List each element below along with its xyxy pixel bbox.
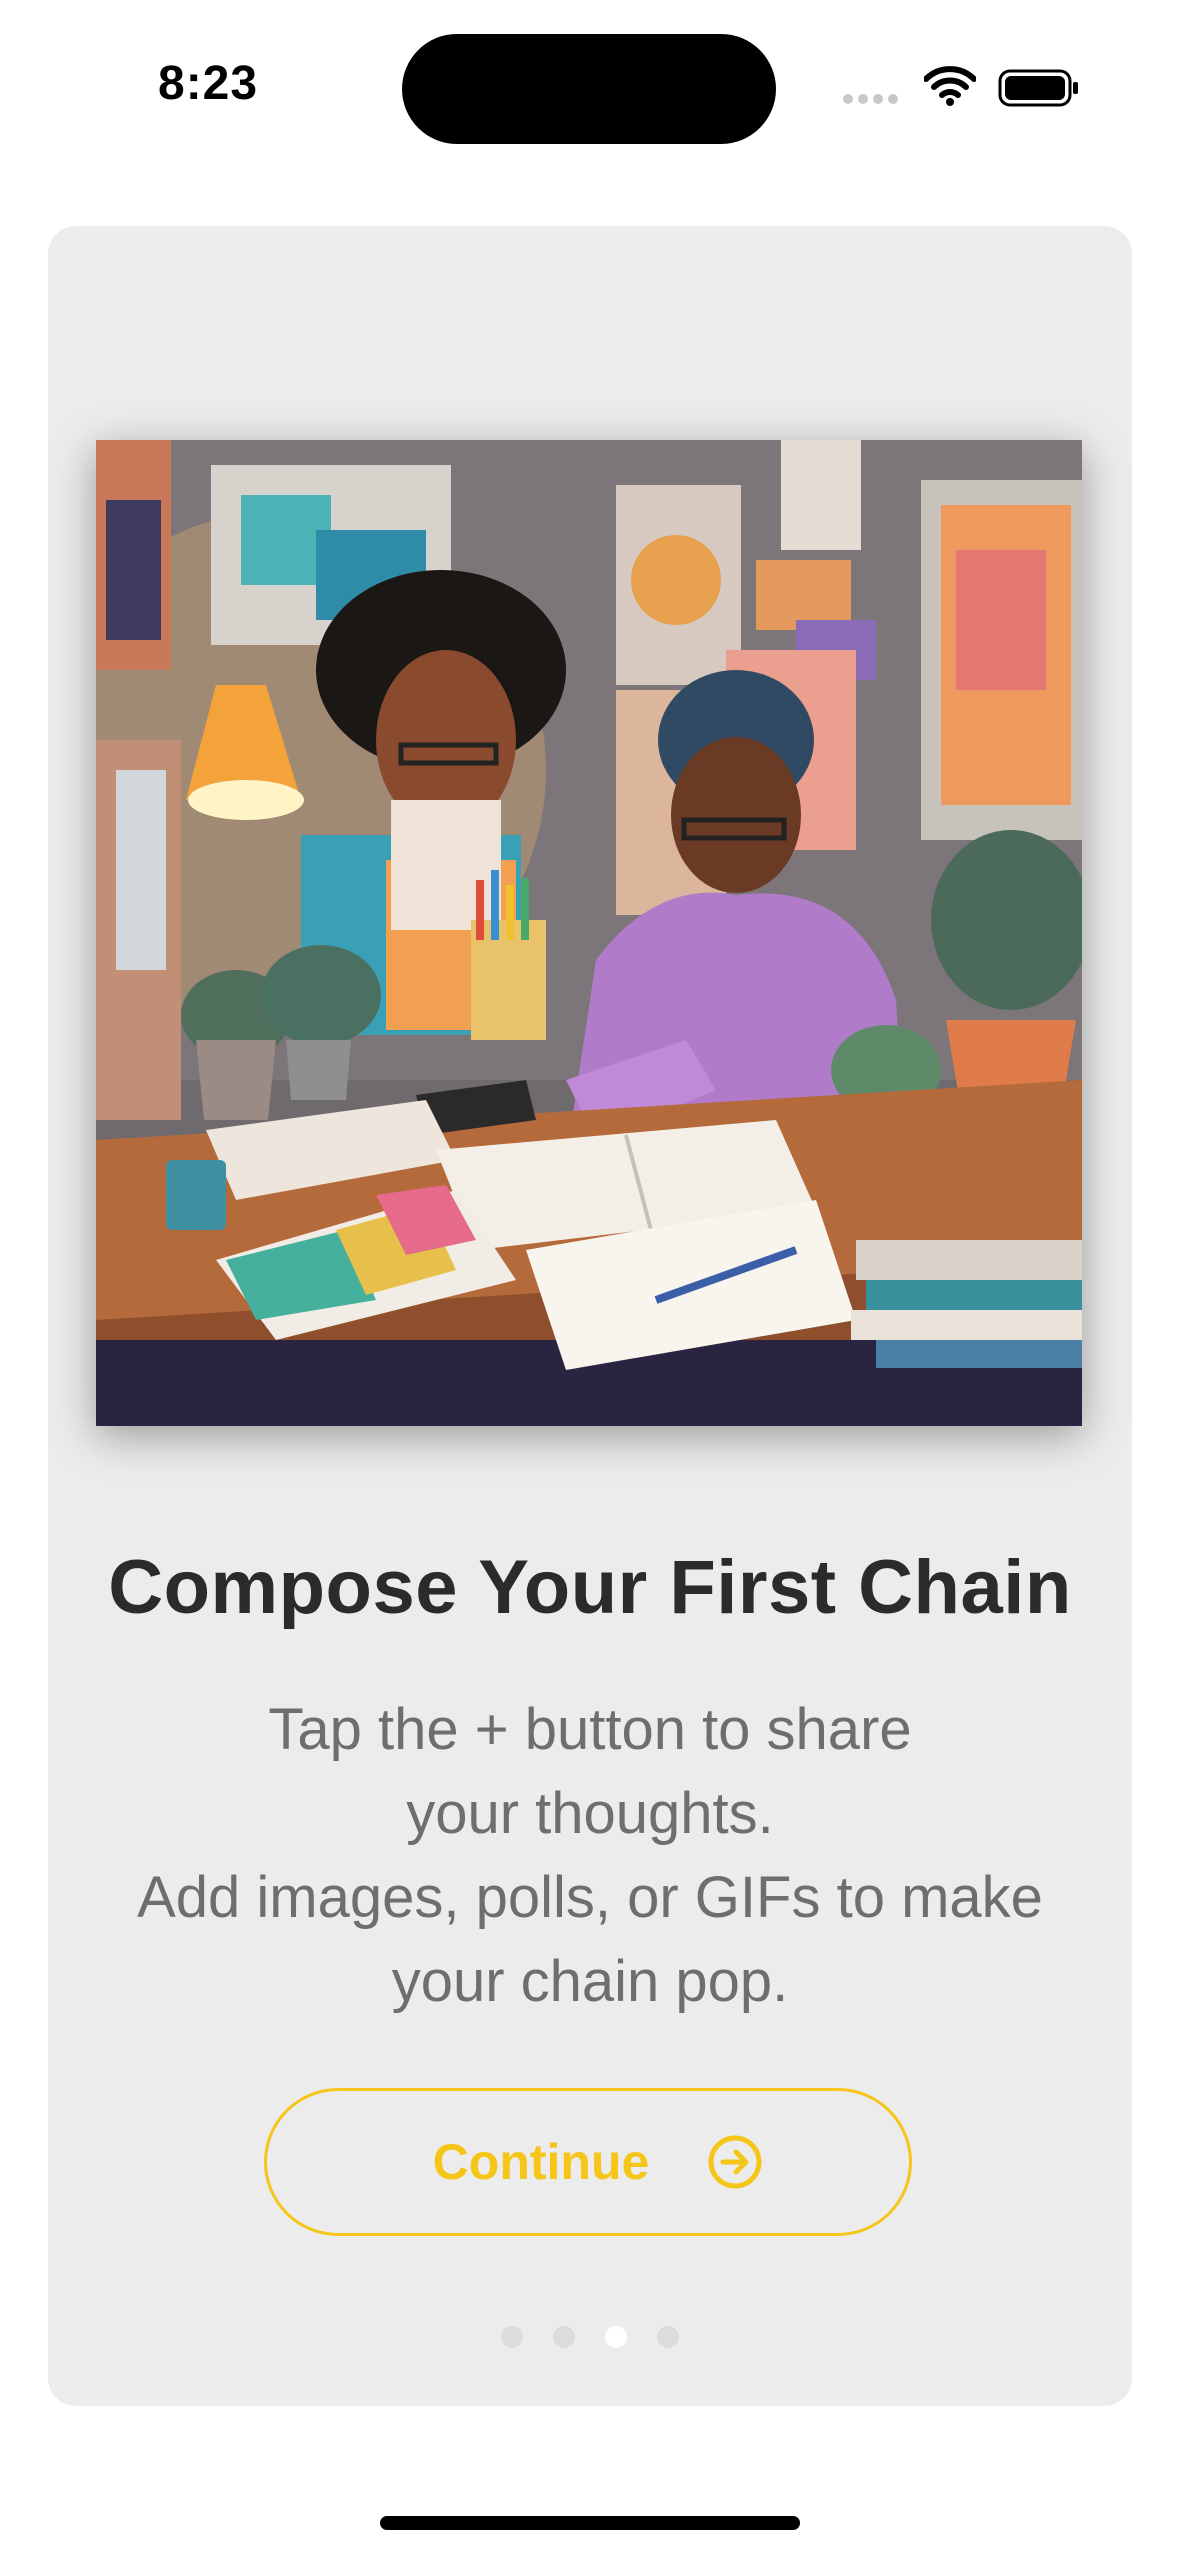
dynamic-island — [402, 34, 776, 144]
onboarding-title: Compose Your First Chain — [108, 1545, 1072, 1630]
wifi-icon — [924, 66, 976, 106]
page-dot-3[interactable] — [605, 2326, 627, 2348]
subtitle-line: Add images, polls, or GIFs to make — [137, 1865, 1043, 1930]
onboarding-illustration — [96, 440, 1082, 1426]
page-dot-2[interactable] — [553, 2326, 575, 2348]
home-indicator[interactable] — [380, 2516, 800, 2530]
page-dot-4[interactable] — [657, 2326, 679, 2348]
cellular-signal-icon — [843, 94, 898, 104]
subtitle-line: your thoughts. — [406, 1781, 774, 1846]
subtitle-line: Tap the + button to share — [268, 1697, 912, 1762]
status-time: 8:23 — [158, 57, 259, 110]
page-indicator[interactable] — [48, 2326, 1132, 2348]
arrow-right-circle-icon — [708, 2135, 762, 2189]
onboarding-screen: 8:23 Compose Your First Chain Tap the + … — [0, 0, 1179, 2556]
page-dot-1[interactable] — [501, 2326, 523, 2348]
battery-icon — [998, 69, 1078, 107]
onboarding-card: Compose Your First Chain Tap the + butto… — [48, 226, 1132, 2406]
onboarding-subtitle: Tap the + button to share your thoughts.… — [108, 1688, 1072, 2024]
continue-button[interactable]: Continue — [264, 2088, 912, 2236]
continue-button-label: Continue — [432, 2134, 650, 2190]
subtitle-line: your chain pop. — [391, 1949, 789, 2014]
